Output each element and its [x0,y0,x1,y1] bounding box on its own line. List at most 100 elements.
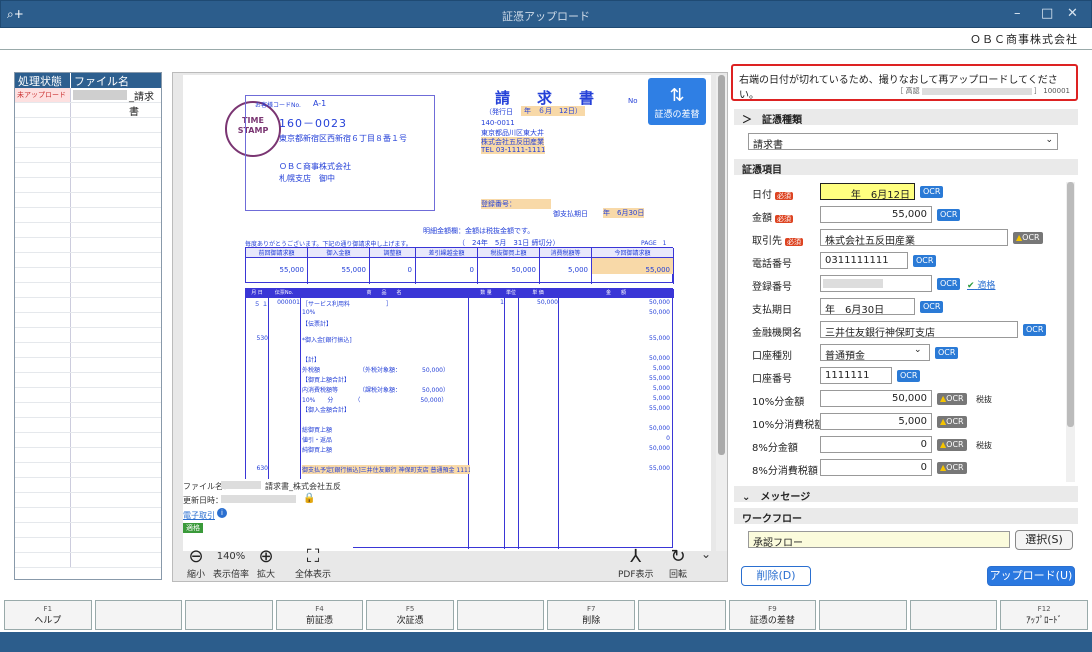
detail-cell: 55,000 [649,465,670,472]
summary-table: 前回御請求額 55,000 御入金額 55,000 調整額 0 差引繰越金額 0 税抜御買上額 5… [245,247,674,284]
fkey-9-button[interactable]: F9 証憑の差替 [728,600,817,630]
message-header[interactable]: ⌄ メッセージ [734,486,1078,503]
fkey-4-button[interactable]: F4 前証憑 [275,600,364,630]
detail-cell: 総御買上額 [302,427,333,434]
ocr-button[interactable]: OCR [935,347,959,359]
list-header: 処理状態 ファイル名 [15,73,161,88]
list-item[interactable]: 未アップロード _請求書 [15,88,161,118]
delete-button[interactable]: 削除(D) [741,566,811,586]
detail-cell: 内消費税額等 （課税対象額： 50,000） [302,387,449,394]
field-input[interactable]: 年 6月30日 [820,298,915,316]
zoom-in-button[interactable]: ⊕ 拡大 [257,547,275,581]
document-viewer[interactable]: TIME STAMP お客様コードNo. A-1 160－0023 東京都新宿区西… [172,72,728,582]
ocr-label: OCR [923,187,941,196]
ocr-label: OCR [923,302,941,311]
ocr-button[interactable]: ▲OCR [1013,232,1043,244]
fields-scrollbar[interactable] [1066,182,1075,482]
detail-cell: 1 [500,299,504,306]
expand-down-icon[interactable]: ⌄ [701,547,711,561]
detail-row: 外税額 （外税対象額： 50,000） 5,000 [246,365,674,375]
fkey-3-button[interactable] [185,600,273,630]
ocr-button[interactable]: ▲OCR [937,462,967,474]
field-label-text: 電話番号 [752,259,792,270]
ocr-button[interactable]: OCR [1023,324,1047,336]
select-workflow-button[interactable]: 選択(S) [1015,530,1073,550]
zoom-level: 140% 表示倍率 [213,547,249,580]
summary-cell: 前回御請求額 55,000 [246,248,308,284]
detail-cell: 50,000 [649,355,670,362]
pdf-view-button[interactable]: ⅄ PDF表示 [618,547,654,581]
field-input[interactable]: 0311111111 [820,252,908,269]
postal-code: 160－0023 [279,117,347,130]
summary-header: 前回御請求額 [246,248,307,258]
field-input[interactable]: 50,000 [820,390,932,407]
field-input[interactable]: 0 [820,436,932,453]
ocr-button[interactable]: OCR [937,278,961,290]
ocr-button[interactable]: OCR [920,301,944,313]
fkey-10-button[interactable] [819,600,907,630]
field-input[interactable]: 55,000 [820,206,932,223]
qualified-link[interactable]: ✔ 適格 [967,278,995,291]
ocr-button[interactable]: ▲OCR [937,416,967,428]
field-label-text: 登録番号 [752,282,792,293]
fkey-6-button[interactable] [456,600,545,630]
fkey-11-button[interactable] [909,600,998,630]
summary-value: 55,000 [341,266,367,274]
recipient-company: ＯＢＣ商事株式会社 [279,162,351,171]
col-status[interactable]: 処理状態 [15,73,71,88]
info-icon[interactable]: i [217,508,227,518]
col-file[interactable]: ファイル名 [71,73,161,88]
upload-button[interactable]: アップロード(U) [987,566,1075,586]
field-input[interactable]: 株式会社五反田産業 [820,229,1008,247]
detail-cell: 630 [256,465,268,472]
detail-header: 金 額 [605,290,626,296]
detail-row: 530 *御入金[銀行振込] 55,000 [246,335,674,345]
zoom-out-button[interactable]: ⊖ 縮小 [187,547,205,581]
redacted-block [221,495,296,503]
detail-row: 【計】 50,000 [246,355,674,365]
fit-button[interactable]: ⛶ 全体表示 [295,547,331,581]
qualified-link-text: 適格 [977,281,996,291]
field-input[interactable]: 三井住友銀行神保町支店 [820,321,1018,339]
detail-cell: 50,000 [649,425,670,432]
detail-cell: 【御入金額合計】 [302,407,351,414]
voucher-type-header[interactable]: ＞ 証憑種類 [734,109,1078,126]
fkey-2-button[interactable] [94,600,183,630]
field-input[interactable]: 1111111 [820,367,892,384]
fkey-7-button[interactable]: F7 削除 [547,600,636,630]
detail-row: 【御入金額合計】 55,000 [246,405,674,415]
fkey-5-button[interactable]: F5 次証憑 [366,600,454,630]
detail-cell: 55,000 [649,405,670,412]
close-icon[interactable]: ✕ [1067,6,1078,21]
field-input[interactable]: 0 [820,459,932,476]
ocr-button[interactable]: OCR [897,370,921,382]
fkey-1-button[interactable]: F1 ヘルプ [4,600,92,630]
field-input[interactable]: 年 6月12日 [820,183,915,201]
summary-value: 5,000 [567,266,588,274]
ocr-label: OCR [938,348,956,357]
ocr-button[interactable]: OCR [937,209,961,221]
field-label-text: 8%分金額 [752,443,798,454]
rotate-button[interactable]: ↻ 回転 [669,547,687,581]
workflow-field[interactable]: 承認フロー [748,531,1010,549]
replace-voucher-button[interactable]: ⇅ 証憑の差替 [648,78,706,125]
fkey-12-button[interactable]: F12 ｱｯﾌﾟﾛｰﾄﾞ [1000,600,1088,630]
field-input[interactable]: 5,000 [820,413,932,430]
list-row-empty [15,238,161,253]
fkey-8-button[interactable] [638,600,726,630]
minimize-icon[interactable]: – [1014,6,1021,21]
ocr-button[interactable]: OCR [920,186,944,198]
ocr-button[interactable]: ▲OCR [937,393,967,405]
edoc-link[interactable]: 電子取引 [183,510,215,521]
maximize-icon[interactable]: □ [1041,6,1053,21]
voucher-type-select[interactable]: 請求書 ⌄ [748,133,1058,151]
fkey-code [911,603,997,612]
zoom-label: 表示倍率 [213,570,250,580]
ocr-button[interactable]: ▲OCR [937,439,967,451]
ocr-button[interactable]: OCR [913,255,937,267]
file-list[interactable]: 処理状態 ファイル名 未アップロード _請求書 [14,72,162,580]
list-row-empty [15,433,161,448]
viewer-scrollbar[interactable] [716,75,727,551]
required-badge: 必須 [775,215,793,223]
issuer-postal: 140-0011 [481,119,515,127]
